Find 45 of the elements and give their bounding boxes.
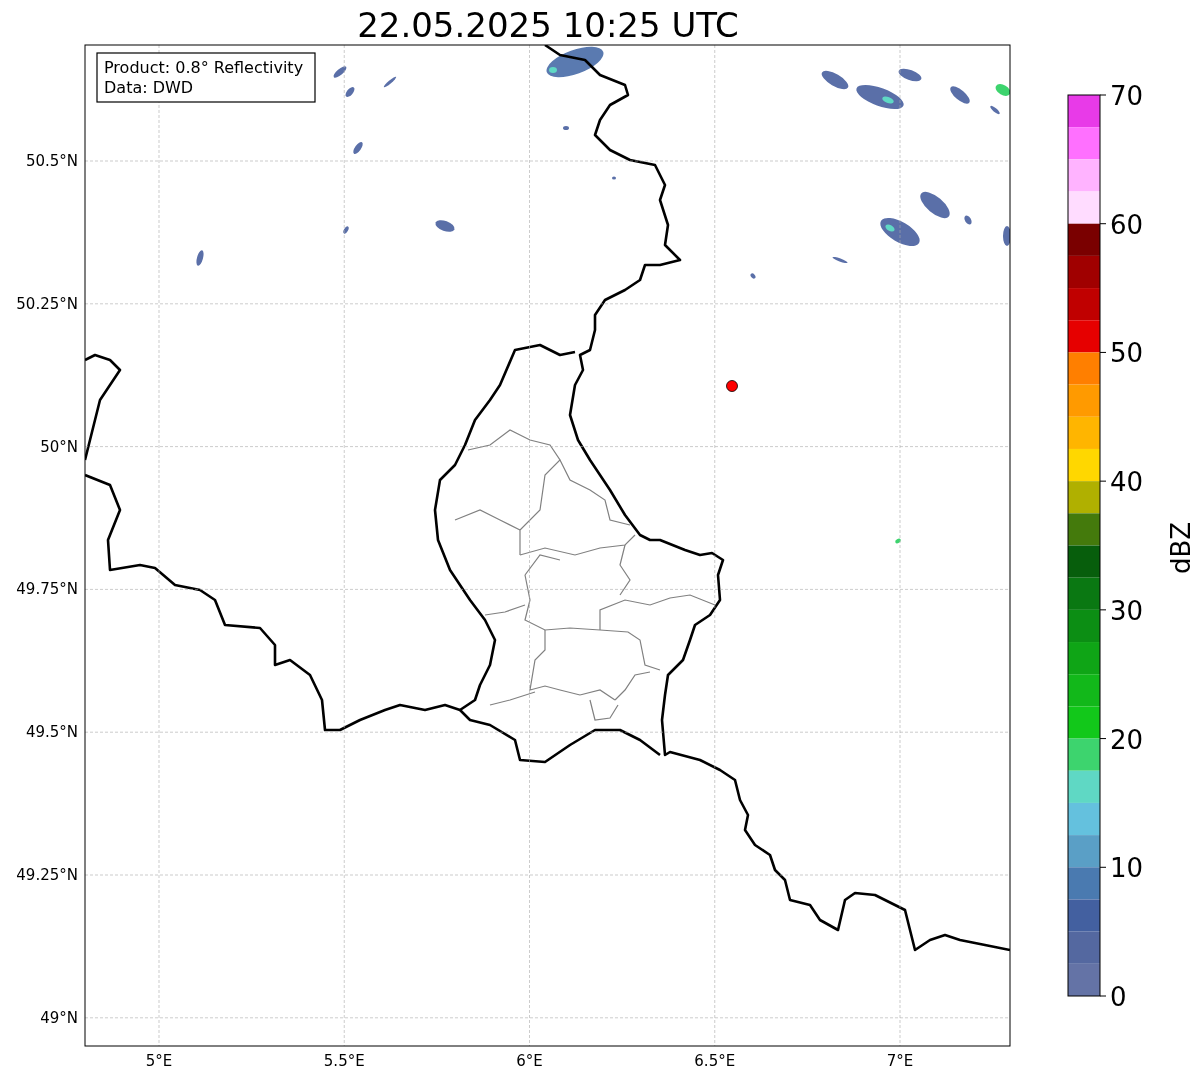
radar-echo [435,220,455,232]
colorbar-tick-label: 20 [1110,724,1144,755]
radar-echo [990,105,1000,115]
radar-echo [196,250,204,266]
radar-site-marker [726,380,738,392]
info-text: Data: DWD [104,78,194,97]
longitude-label: 7°E [886,1052,914,1070]
colorbar-tick-label: 60 [1110,209,1144,240]
radar-echo [895,538,901,544]
radar-echo [1003,226,1010,246]
latitude-label: 50°N [40,437,78,456]
latitude-label: 49.5°N [25,723,78,742]
colorbar-tick-label: 70 [1110,81,1144,111]
plot-title: 22.05.2025 10:25 UTC [357,5,739,45]
radar-echo [345,87,355,97]
longitude-label: 6°E [516,1052,543,1070]
radar-echo [920,191,950,219]
latitude-label: 50.5°N [25,152,78,170]
radar-echo [832,256,848,264]
colorbar-tick-label: 40 [1110,467,1144,498]
radar-echo [383,76,397,88]
latitude-label: 49°N [40,1008,78,1027]
radar-echo [995,84,1010,96]
radar-echo [333,66,347,78]
radar-echo [563,126,569,130]
latitude-label: 50.25°N [16,294,78,313]
radar-echo [750,273,756,279]
radar-echo [612,176,616,180]
latitude-label: 49.75°N [16,580,78,599]
colorbar-tick-label: 30 [1110,595,1144,626]
longitude-label: 5°E [145,1052,173,1070]
colorbar-label: dBZ [1166,521,1196,575]
radar-echo [964,215,972,225]
radar-echo [343,226,349,234]
longitude-label: 5.5°E [323,1052,365,1070]
radar-echo [353,142,363,154]
radar-echo [821,70,849,90]
radar-echo [898,68,922,82]
colorbar-tick-label: 50 [1110,338,1144,369]
longitude-label: 6.5°E [694,1052,736,1070]
colorbar-tick-label: 10 [1110,853,1144,884]
info-text: Product: 0.8° Reflectivity [104,58,304,77]
colorbar-tick-label: 0 [1110,982,1127,1012]
latitude-label: 49.25°N [16,866,78,884]
radar-echo [950,86,970,104]
